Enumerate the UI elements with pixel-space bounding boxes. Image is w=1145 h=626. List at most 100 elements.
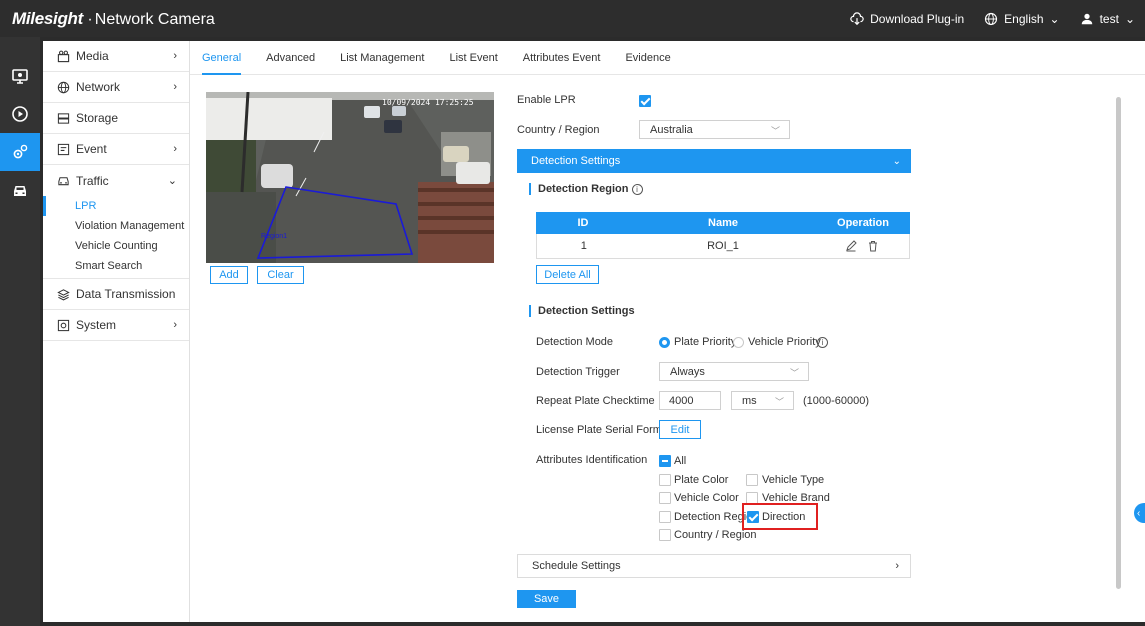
user-menu[interactable]: test ⌄ [1080,12,1135,26]
sidebar-item-system[interactable]: System › [43,310,189,341]
table-header: ID Name Operation [536,212,910,234]
chevron-right-icon: › [173,50,177,62]
sidebar-item-lpr[interactable]: LPR [43,196,189,216]
settings-icon [13,144,28,159]
detection-region-title: Detection Region i [529,183,643,195]
enable-lpr-checkbox[interactable] [639,95,651,107]
sidebar-item-network[interactable]: Network › [43,72,189,103]
sidebar-item-data-transmission[interactable]: Data Transmission [43,279,189,310]
tab-list-management[interactable]: List Management [340,41,424,75]
chevron-right-icon: › [895,560,899,572]
detection-settings-title: Detection Settings [529,305,635,317]
chevron-down-icon: ⌄ [1124,11,1135,26]
app-logo: Milesight · Network Camera [12,8,215,28]
edit-icon[interactable] [845,240,857,252]
tab-general[interactable]: General [202,41,242,75]
sidebar-item-smart-search[interactable]: Smart Search [43,256,189,276]
tab-evidence[interactable]: Evidence [625,41,670,75]
rail-playback[interactable] [0,95,40,133]
detection-trigger-label: Detection Trigger [536,366,620,378]
repeat-checktime-input[interactable]: 4000 [659,391,721,410]
vehicle-icon [14,186,26,196]
serial-format-label: License Plate Serial Format [536,424,672,436]
repeat-checktime-label: Repeat Plate Checktime [536,395,655,407]
rail-settings[interactable] [0,133,40,171]
chevron-right-icon: › [173,81,177,93]
live-video-preview[interactable]: 10/09/2024 17:25:25 Region1 [206,92,494,263]
playback-icon [12,106,28,122]
rail-vehicle[interactable] [0,171,40,209]
direction-highlight-box [742,503,818,530]
vertical-scrollbar[interactable] [1116,97,1121,589]
event-icon [56,142,70,156]
vehicle-priority-label: Vehicle Priority [748,336,821,348]
chevron-right-icon: › [173,319,177,331]
attr-country-checkbox[interactable] [659,529,671,541]
video-timestamp: 10/09/2024 17:25:25 [382,98,474,107]
country-select[interactable]: Australia ﹀ [639,120,790,139]
detection-mode-label: Detection Mode [536,336,614,348]
plate-priority-radio[interactable] [659,337,670,348]
chevron-down-icon: ⌄ [1049,11,1060,26]
chevron-down-icon: ⌄ [167,175,177,187]
enable-lpr-label: Enable LPR [517,94,576,106]
chevron-left-icon: ‹ [1137,507,1141,519]
system-icon [56,318,70,332]
globe-icon [56,80,70,94]
attr-detection-region-checkbox[interactable] [659,511,671,523]
tab-advanced[interactable]: Advanced [266,41,315,75]
tab-attributes-event[interactable]: Attributes Event [523,41,601,75]
plate-priority-label: Plate Priority [674,336,737,348]
schedule-settings-panel[interactable]: Schedule Settings › [517,554,911,578]
sidebar-item-event[interactable]: Event › [43,134,189,165]
region-table: ID Name Operation 1 ROI_1 [536,212,910,259]
info-icon: i [631,184,643,195]
chevron-down-icon: ﹀ [789,368,799,378]
attr-vehicle-type-checkbox[interactable] [746,474,758,486]
sidebar-item-traffic[interactable]: Traffic ⌄ [43,165,189,196]
sidebar-item-vehicle-counting[interactable]: Vehicle Counting [43,236,189,256]
media-icon [56,49,70,63]
attributes-identification-label: Attributes Identification [536,454,648,466]
brand-name: Milesight [12,8,83,28]
tab-bar: General Advanced List Management List Ev… [190,41,1145,75]
add-region-button[interactable]: Add [210,266,248,284]
detection-settings-panel-header[interactable]: Detection Settings ⌄ [517,149,911,173]
repeat-unit-select[interactable]: ms ﹀ [731,391,794,410]
rail-live-view[interactable] [0,57,40,95]
product-name: Network Camera [94,10,215,28]
globe-icon [985,12,998,25]
chevron-down-icon: ⌄ [892,155,901,167]
attr-all-checkbox[interactable] [659,455,671,467]
attr-plate-color-checkbox[interactable] [659,474,671,486]
region-label: Region1 [261,233,287,240]
delete-all-button[interactable]: Delete All [536,265,599,284]
chevron-right-icon: › [173,143,177,155]
video-frame: 10/09/2024 17:25:25 Region1 [206,92,494,263]
edit-serial-format-button[interactable]: Edit [659,420,701,439]
car-icon [56,174,70,188]
layers-icon [56,287,70,301]
tab-list-event[interactable]: List Event [449,41,497,75]
sidebar-item-storage[interactable]: Storage [43,103,189,134]
trash-icon[interactable] [867,240,879,252]
download-plugin-button[interactable]: Download Plug-in [850,12,964,26]
live-view-icon [12,69,28,84]
info-icon: i [817,337,828,348]
user-icon [1081,13,1092,24]
language-dropdown[interactable]: English ⌄ [984,11,1060,26]
vehicle-priority-radio[interactable] [733,337,744,348]
sidebar-item-media[interactable]: Media › [43,41,189,72]
clear-region-button[interactable]: Clear [257,266,304,284]
table-row: 1 ROI_1 [536,234,910,259]
sidebar-item-violation-management[interactable]: Violation Management [43,216,189,236]
detection-trigger-select[interactable]: Always ﹀ [659,362,809,381]
chevron-down-icon: ﹀ [774,397,784,407]
attr-vehicle-color-checkbox[interactable] [659,492,671,504]
chevron-down-icon: ﹀ [770,126,780,136]
top-bar: Milesight · Network Camera Download Plug… [0,0,1145,37]
country-label: Country / Region [517,124,600,136]
repeat-range-hint: (1000-60000) [803,395,870,407]
left-rail [0,37,40,626]
save-button[interactable]: Save [517,590,576,608]
